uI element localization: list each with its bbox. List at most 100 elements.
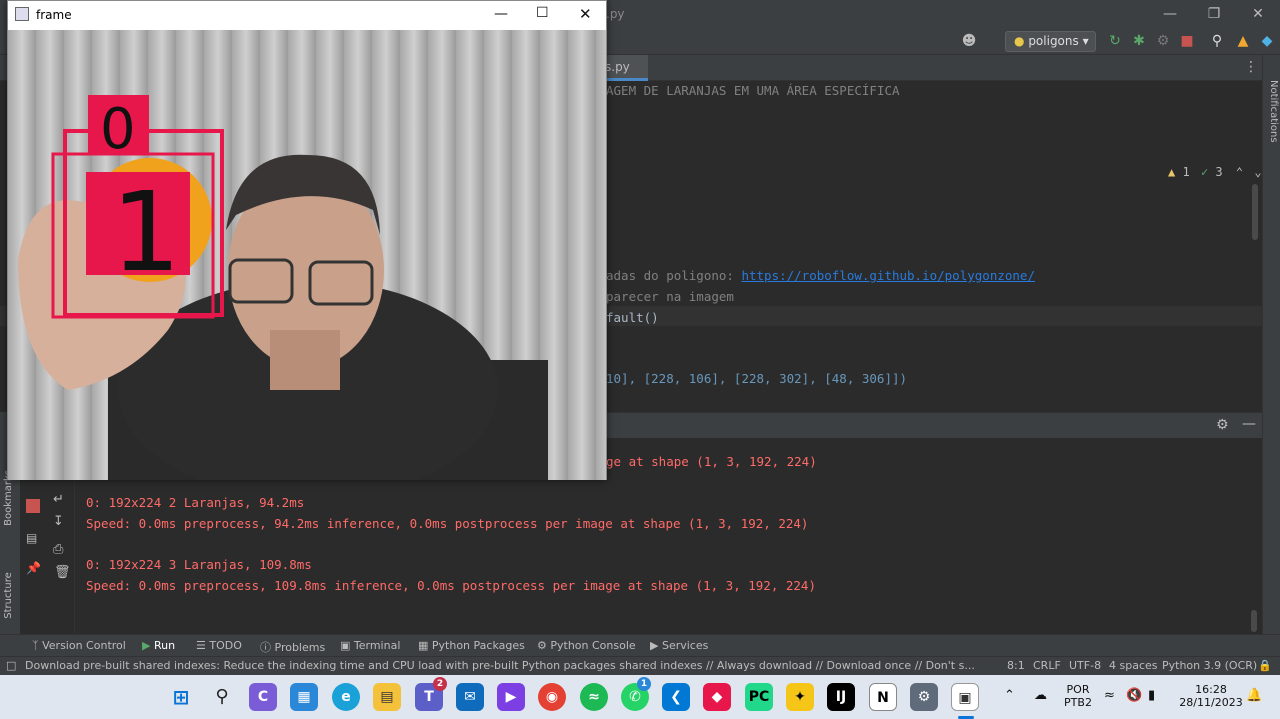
trash-icon[interactable]: 🗑 <box>54 565 71 580</box>
tab-python-console[interactable]: ⚙ Python Console <box>537 639 636 652</box>
settings-icon[interactable]: ⚙ <box>910 683 938 711</box>
language-indicator[interactable]: POR PTB2 <box>1062 683 1094 709</box>
copilot-icon[interactable]: C <box>249 683 277 711</box>
code-line-comment-title: AGEM DE LARANJAS EM UMA ÁREA ESPECÍFICA <box>606 83 900 98</box>
branch-icon: ᛉ <box>32 639 43 652</box>
windows-taskbar: ⊞ ⚲ C ▦ e ▤ T 2 ✉ ▶ ◉ ≈ ✆ 1 ❮ ◆ PC ✦ IJ … <box>0 675 1280 719</box>
chevron-up-icon[interactable]: ⌃ <box>1236 165 1243 179</box>
inspection-widget[interactable]: ▲ 1 ✓ 3 ⌃ ⌄ <box>1168 165 1262 179</box>
title-file-name: .py <box>606 7 625 21</box>
indent-setting[interactable]: 4 spaces <box>1109 659 1158 672</box>
neck-shape <box>270 330 340 390</box>
user-icon[interactable]: ☻ <box>960 32 978 50</box>
status-message[interactable]: Download pre-built shared indexes: Reduc… <box>25 659 975 672</box>
store-icon[interactable]: ▦ <box>290 683 318 711</box>
intellij-icon[interactable]: IJ <box>827 683 855 711</box>
jetbrains-icon[interactable]: ◆ <box>1258 32 1276 50</box>
app-icon[interactable]: ✦ <box>786 683 814 711</box>
soft-wrap-icon[interactable]: ↵ <box>53 492 64 507</box>
tab-services[interactable]: ▶ Services <box>650 639 708 652</box>
windows-start-icon[interactable]: ⊞ <box>167 683 195 711</box>
vscode-icon[interactable]: ❮ <box>662 683 690 711</box>
pycharm-icon[interactable]: PC <box>745 683 773 711</box>
frame-window-icon[interactable]: ▣ <box>951 683 979 711</box>
file-encoding[interactable]: UTF-8 <box>1069 659 1101 672</box>
wifi-icon[interactable]: ≈ <box>1104 688 1115 703</box>
print-icon[interactable]: ⎙ <box>53 542 63 557</box>
pin-icon[interactable]: 📌 <box>26 561 41 575</box>
cloud-icon[interactable]: ☁ <box>1034 688 1047 703</box>
console-line: Speed: 0.0ms preprocess, 109.8ms inferen… <box>86 578 816 593</box>
spotify-icon[interactable]: ≈ <box>580 683 608 711</box>
mail-icon[interactable]: ✉ <box>456 683 484 711</box>
status-toggle-icon[interactable]: □ <box>6 659 16 672</box>
hide-panel-icon[interactable]: — <box>1242 416 1256 432</box>
coverage-icon[interactable]: ⚙ <box>1154 32 1172 50</box>
tab-label: Run <box>153 639 176 652</box>
rerun-icon[interactable]: ↻ <box>1106 32 1124 50</box>
tab-run[interactable]: ▶ Run <box>142 639 175 652</box>
file-explorer-icon[interactable]: ▤ <box>373 683 401 711</box>
stop-icon[interactable]: ■ <box>1178 32 1196 50</box>
chrome-icon[interactable]: ◉ <box>538 683 566 711</box>
search-icon[interactable]: ⚲ <box>1208 32 1226 50</box>
restore-icon[interactable]: ❐ <box>1200 4 1228 24</box>
frame-window[interactable]: frame — ☐ ✕ 0 1 <box>7 0 607 480</box>
run-config-label: poligons <box>1028 34 1079 48</box>
minimize-icon[interactable]: — <box>1156 4 1184 24</box>
structure-tab[interactable]: Structure <box>3 572 14 619</box>
clock[interactable]: 16:28 28/11/2023 <box>1176 683 1246 709</box>
teams-icon[interactable]: T 2 <box>415 677 447 711</box>
editor-tab[interactable]: s.py ✕ <box>600 55 648 98</box>
notifications-tab[interactable]: Notifications <box>1263 80 1279 143</box>
zone-label-0: 0 <box>100 97 136 162</box>
console-line: 0: 192x224 2 Laranjas, 94.2ms <box>86 495 305 510</box>
frame-title: frame <box>36 8 72 22</box>
polygonzone-link[interactable]: https://roboflow.github.io/polygonzone/ <box>741 268 1035 283</box>
tab-python-packages[interactable]: ▦ Python Packages <box>418 639 525 652</box>
settings-gear-icon[interactable]: ⚙ <box>1216 417 1229 433</box>
tab-version-control[interactable]: ᛉ Version Control <box>32 639 126 652</box>
caret-position[interactable]: 8:1 <box>1007 659 1025 672</box>
chevron-down-icon[interactable]: ⌄ <box>1254 165 1261 179</box>
stop-run-icon[interactable] <box>26 499 40 513</box>
notion-icon[interactable]: N <box>869 683 897 711</box>
update-icon[interactable]: ▲ <box>1234 32 1252 50</box>
info-icon: ⓘ <box>260 641 275 654</box>
terminal-icon: ▣ <box>340 639 354 652</box>
tab-problems[interactable]: ⓘ Problems <box>260 639 325 655</box>
check-icon: ✓ <box>1200 165 1209 179</box>
tab-todo[interactable]: ☰ TODO <box>196 639 242 652</box>
scroll-to-end-icon[interactable]: ↧ <box>53 514 64 529</box>
battery-icon[interactable]: ▮ <box>1148 688 1155 703</box>
frame-titlebar[interactable]: frame — ☐ ✕ <box>8 1 606 30</box>
edge-icon[interactable]: e <box>332 683 360 711</box>
chevron-up-icon[interactable]: ⌃ <box>1004 688 1015 703</box>
lock-icon[interactable]: 🔒 <box>1258 659 1272 672</box>
minimize-icon[interactable]: — <box>494 6 508 22</box>
status-bar: □ Download pre-built shared indexes: Red… <box>0 656 1280 675</box>
close-icon[interactable]: ✕ <box>1244 4 1272 24</box>
clipchamp-icon[interactable]: ▶ <box>497 683 525 711</box>
python-interpreter[interactable]: Python 3.9 (OCR) <box>1162 659 1257 672</box>
editor-tab-label: s.py <box>605 60 630 74</box>
clock-date: 28/11/2023 <box>1179 696 1243 709</box>
console-scrollbar[interactable] <box>1251 610 1257 632</box>
maximize-icon[interactable]: ☐ <box>536 5 549 21</box>
run-configuration-select[interactable]: ● poligons ▾ <box>1005 31 1096 52</box>
volume-muted-icon[interactable]: 🔇 <box>1126 688 1142 703</box>
tab-label: Problems <box>274 641 326 654</box>
clock-time: 16:28 <box>1195 683 1227 696</box>
code-line-comment: parecer na imagem <box>606 289 734 304</box>
close-icon[interactable]: ✕ <box>579 5 592 23</box>
more-options-icon[interactable]: ⋮ <box>1244 59 1258 75</box>
notification-bell-icon[interactable]: 🔔 <box>1246 688 1262 703</box>
jetbrains-toolbox-icon[interactable]: ◆ <box>703 683 731 711</box>
line-separator[interactable]: CRLF <box>1033 659 1061 672</box>
whatsapp-icon[interactable]: ✆ 1 <box>621 677 651 711</box>
debug-icon[interactable]: ✱ <box>1130 32 1148 50</box>
layout-icon[interactable]: ▤ <box>26 531 37 545</box>
editor-vertical-scrollbar[interactable] <box>1252 184 1258 240</box>
tab-terminal[interactable]: ▣ Terminal <box>340 639 400 652</box>
search-icon[interactable]: ⚲ <box>208 683 236 711</box>
